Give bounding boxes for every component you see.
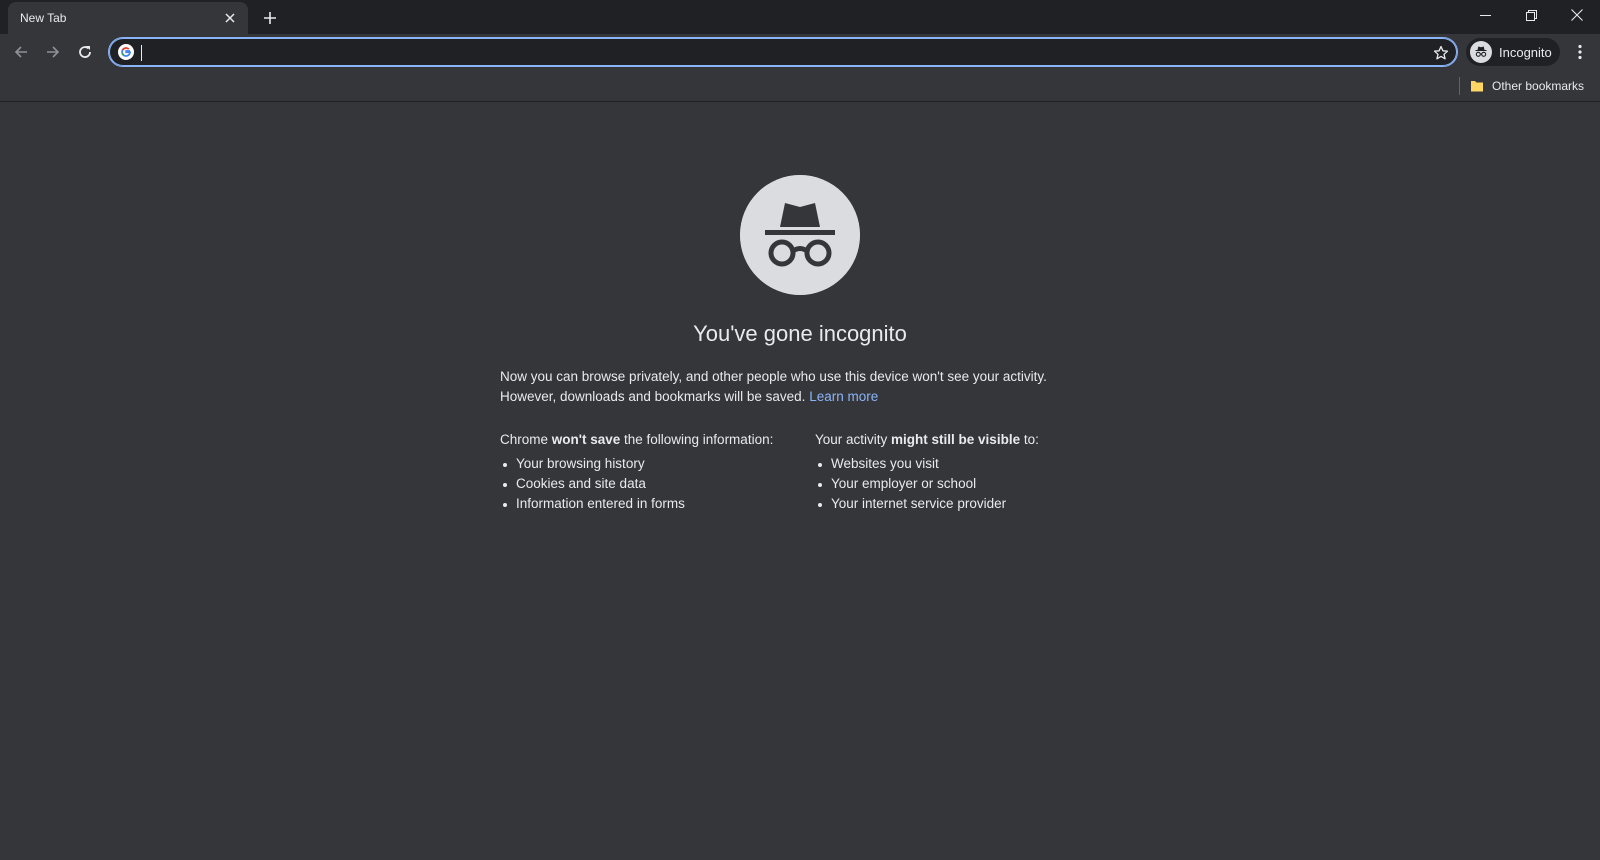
tab-new-tab[interactable]: New Tab — [8, 2, 248, 34]
reload-button[interactable] — [71, 38, 99, 66]
close-icon[interactable] — [222, 10, 238, 26]
tab-strip: New Tab — [0, 0, 1600, 34]
still-visible-heading: Your activity might still be visible to: — [815, 430, 1135, 450]
back-button[interactable] — [7, 38, 35, 66]
restore-icon — [1525, 9, 1537, 21]
heading-text: Your activity — [815, 432, 892, 447]
list-item: Your internet service provider — [815, 494, 1135, 514]
list-item: Your browsing history — [500, 454, 820, 474]
arrow-left-icon — [14, 46, 27, 58]
intro-line-2: However, downloads and bookmarks will be… — [500, 389, 806, 404]
page-title: You've gone incognito — [693, 321, 907, 346]
heading-text: to: — [1020, 432, 1039, 447]
close-icon — [1571, 9, 1583, 21]
other-bookmarks-label: Other bookmarks — [1492, 79, 1585, 93]
tab-title: New Tab — [20, 11, 67, 25]
incognito-profile-chip[interactable]: Incognito — [1466, 38, 1560, 66]
plus-icon — [264, 12, 276, 24]
text-caret — [141, 45, 142, 61]
incognito-page: You've gone incognito Now you can browse… — [0, 103, 1600, 860]
intro-line-1: Now you can browse privately, and other … — [500, 369, 1047, 384]
not-saved-heading: Chrome won't save the following informat… — [500, 430, 820, 450]
incognito-icon — [1470, 41, 1492, 63]
heading-bold-text: won't save — [551, 432, 621, 447]
learn-more-link[interactable]: Learn more — [809, 389, 878, 404]
restore-button[interactable] — [1508, 0, 1554, 30]
kebab-menu-icon — [1578, 44, 1582, 60]
bookmarks-bar: Other bookmarks — [0, 70, 1600, 102]
incognito-icon — [740, 175, 860, 295]
bookmarks-separator — [1459, 77, 1460, 95]
heading-bold-text: might still be visible — [891, 432, 1021, 447]
still-visible-list: Websites you visit Your employer or scho… — [815, 454, 1135, 514]
list-item: Information entered in forms — [500, 494, 820, 514]
arrow-right-icon — [47, 46, 60, 58]
profile-label: Incognito — [1499, 45, 1552, 60]
not-saved-section: Chrome won't save the following informat… — [500, 430, 820, 514]
toolbar: Incognito — [0, 34, 1600, 70]
list-item: Your employer or school — [815, 474, 1135, 494]
minimize-button[interactable] — [1462, 0, 1508, 30]
heading-text: the following information: — [620, 432, 774, 447]
intro-paragraph: Now you can browse privately, and other … — [500, 367, 1100, 407]
star-icon — [1433, 45, 1449, 60]
forward-button[interactable] — [39, 38, 67, 66]
google-g-icon — [118, 44, 134, 60]
new-tab-button[interactable] — [260, 8, 280, 28]
reload-icon — [79, 46, 91, 58]
other-bookmarks-button[interactable]: Other bookmarks — [1466, 74, 1596, 98]
bookmark-star-button[interactable] — [1431, 43, 1451, 63]
window-close-button[interactable] — [1554, 0, 1600, 30]
address-bar[interactable] — [108, 37, 1458, 67]
minimize-icon — [1479, 14, 1491, 16]
heading-text: Chrome — [500, 432, 552, 447]
not-saved-list: Your browsing history Cookies and site d… — [500, 454, 820, 514]
browser-window: New Tab Incognito Other bookmarks You've… — [0, 0, 1600, 860]
list-item: Cookies and site data — [500, 474, 820, 494]
address-input[interactable] — [141, 43, 1401, 63]
still-visible-section: Your activity might still be visible to:… — [815, 430, 1135, 514]
list-item: Websites you visit — [815, 454, 1135, 474]
folder-icon — [1471, 81, 1483, 92]
browser-menu-button[interactable] — [1566, 38, 1594, 66]
